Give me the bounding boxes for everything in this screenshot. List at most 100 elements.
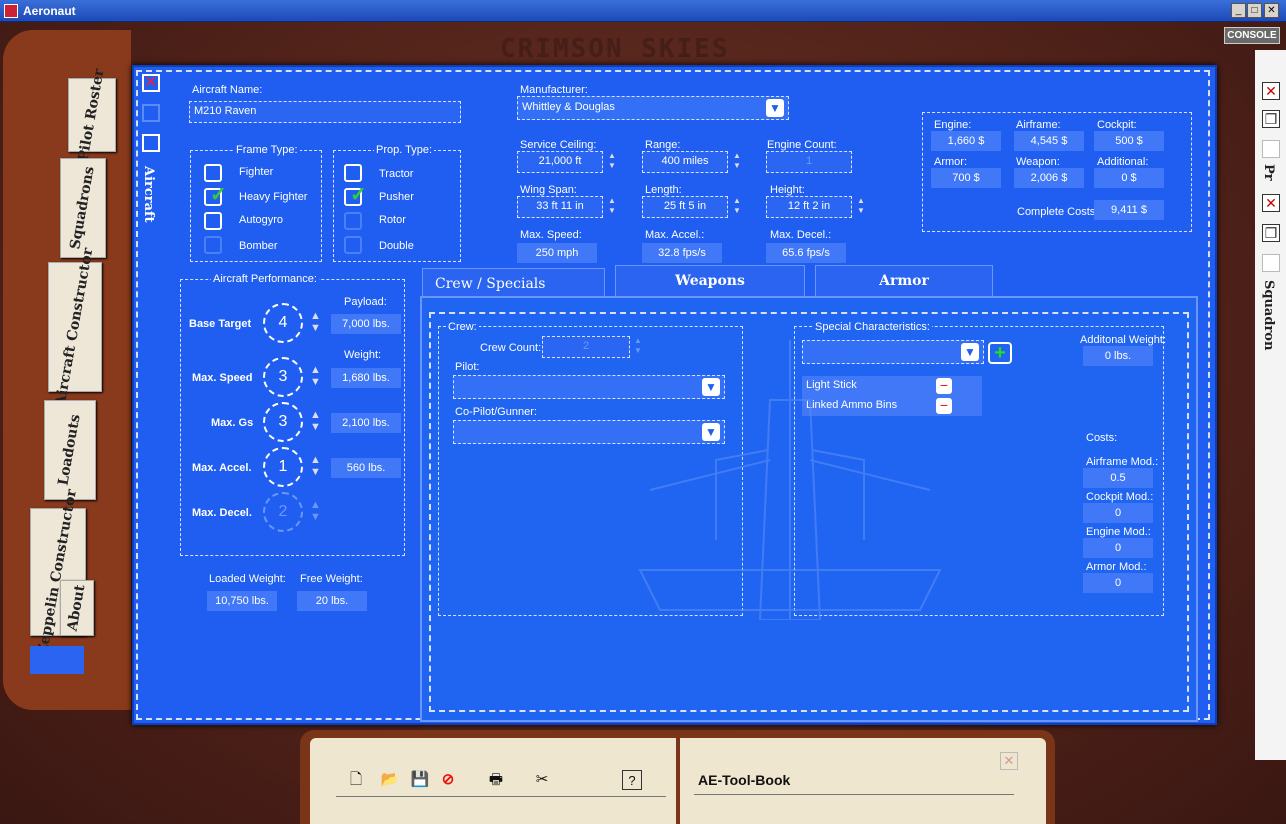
prop-pusher-checkbox[interactable]: ✓ — [344, 184, 367, 206]
new-file-icon[interactable]: 🗋 — [346, 770, 366, 790]
save-icon[interactable] — [1262, 254, 1280, 272]
service-ceiling-label: Service Ceiling: — [520, 139, 597, 151]
check-icon: ✓ — [350, 184, 367, 206]
frame-heavy-fighter-checkbox[interactable]: ✓ — [204, 184, 227, 206]
max-decel-perf-spinner[interactable]: ▲ ▼ — [310, 499, 321, 523]
maximize-button[interactable]: □ — [1247, 3, 1262, 18]
wing-span-spinner[interactable]: ▲ ▼ — [607, 196, 617, 218]
max-accel-value: 32.8 fps/s — [642, 243, 722, 263]
max-gs-spinner[interactable]: ▲ ▼ — [310, 409, 321, 433]
max-decel-label: Max. Decel.: — [770, 229, 832, 241]
prop-type-label: Prop. Type: — [374, 144, 435, 156]
airframe-mod-value: 0.5 — [1083, 468, 1153, 488]
cockpit-mod-value: 0 — [1083, 503, 1153, 523]
weapon-cost-value: 2,006 $ — [1014, 168, 1084, 188]
length-label: Length: — [645, 184, 682, 196]
service-ceiling-spinner[interactable]: ▲ ▼ — [607, 151, 617, 173]
loaded-weight-value: 10,750 lbs. — [207, 591, 277, 611]
help-icon[interactable]: ? — [622, 770, 642, 790]
frame-bomber-checkbox[interactable] — [204, 236, 222, 254]
range-input[interactable]: 400 miles — [642, 151, 728, 173]
max-decel-perf-value: 2 — [263, 492, 303, 532]
max-speed-perf-spinner[interactable]: ▲ ▼ — [310, 364, 321, 388]
max-accel-perf-spinner[interactable]: ▲ ▼ — [310, 454, 321, 478]
close-icon[interactable]: ✕ — [1262, 194, 1280, 212]
aircraft-silhouette-drawing — [638, 340, 942, 620]
game-logo: CRIMSON SKIES — [500, 34, 730, 64]
tab-armor[interactable]: Armor — [815, 265, 993, 297]
length-input[interactable]: 25 ft 5 in — [642, 196, 728, 218]
prop-tractor-checkbox[interactable] — [344, 164, 362, 182]
max-speed-perf-value: 3 — [263, 357, 303, 397]
prop-rotor-checkbox[interactable] — [344, 212, 362, 230]
range-spinner[interactable]: ▲ ▼ — [732, 151, 742, 173]
complete-cost-label: Complete Costs: — [1017, 206, 1099, 218]
copy-icon[interactable] — [142, 104, 160, 122]
engine-count-input[interactable]: 1 — [766, 151, 852, 173]
save-disk-icon[interactable]: 💾 — [410, 770, 430, 790]
additional-cost-value: 0 $ — [1094, 168, 1164, 188]
armor-mod-value: 0 — [1083, 573, 1153, 593]
max-accel-perf-label: Max. Accel. — [192, 462, 252, 474]
prop-double-label: Double — [379, 240, 414, 252]
wing-span-input[interactable]: 33 ft 11 in — [517, 196, 603, 218]
minimize-button[interactable]: _ — [1231, 3, 1246, 18]
base-target-spinner[interactable]: ▲ ▼ — [310, 310, 321, 334]
frame-fighter-checkbox[interactable] — [204, 164, 222, 182]
accel-weight-value: 560 lbs. — [331, 458, 401, 478]
delete-icon[interactable]: ✕ — [142, 74, 160, 92]
frame-autogyro-checkbox[interactable] — [204, 212, 222, 230]
free-weight-label: Free Weight: — [300, 573, 363, 585]
save-icon[interactable] — [1262, 140, 1280, 158]
add-special-button[interactable]: + — [988, 342, 1012, 364]
base-target-value: 4 — [263, 303, 303, 343]
console-button[interactable]: CONSOLE — [1224, 27, 1280, 44]
gs-weight-value: 2,100 lbs. — [331, 413, 401, 433]
tab-aircraft-constructor[interactable]: Aircraft Constructor — [48, 247, 102, 407]
tab-squadrons[interactable]: Squadrons — [60, 158, 106, 258]
close-window-button[interactable]: ✕ — [1264, 3, 1279, 18]
complete-cost-value: 9,411 $ — [1094, 200, 1164, 220]
aircraft-side-label: Aircraft — [141, 166, 156, 223]
cockpit-cost-value: 500 $ — [1094, 131, 1164, 151]
loaded-weight-label: Loaded Weight: — [209, 573, 286, 585]
aircraft-name-input[interactable]: M210 Raven — [189, 101, 461, 123]
max-accel-perf-value: 1 — [263, 447, 303, 487]
tab-pilot-roster[interactable]: Pilot Roster — [68, 68, 116, 162]
tab-loadouts[interactable]: Loadouts — [44, 400, 96, 500]
crew-count-input[interactable]: 2 — [542, 336, 630, 358]
open-folder-icon[interactable]: 📂 — [380, 770, 400, 790]
copy-icon[interactable]: ❐ — [1262, 224, 1280, 242]
additional-weight-label: Additonal Weight: — [1080, 334, 1167, 346]
prop-double-checkbox[interactable] — [344, 236, 362, 254]
specials-label: Special Characteristics: — [813, 321, 932, 333]
save-icon[interactable] — [142, 134, 160, 152]
max-gs-value: 3 — [263, 402, 303, 442]
service-ceiling-input[interactable]: 21,000 ft — [517, 151, 603, 173]
frame-autogyro-label: Autogyro — [239, 214, 284, 226]
tools-icon[interactable]: ✂ — [532, 770, 552, 790]
toolbar-divider — [336, 796, 666, 797]
tab-about[interactable]: About — [60, 580, 94, 636]
copy-icon[interactable]: ❐ — [1262, 110, 1280, 128]
tab-weapons[interactable]: Weapons — [615, 265, 805, 297]
prop-rotor-label: Rotor — [379, 214, 406, 226]
payload-value: 7,000 lbs. — [331, 314, 401, 334]
toolbook-title: AE-Tool-Book — [698, 772, 791, 788]
manufacturer-dropdown[interactable]: Whittley & Douglas ▼ — [517, 96, 789, 120]
close-icon[interactable]: ✕ — [1000, 752, 1018, 770]
app-icon — [4, 4, 18, 18]
engine-cost-label: Engine: — [934, 119, 972, 131]
check-icon: ✓ — [210, 184, 227, 206]
mod-costs-label: Costs: — [1086, 432, 1118, 444]
height-spinner[interactable]: ▲ ▼ — [856, 196, 866, 218]
wing-span-label: Wing Span: — [520, 184, 577, 196]
close-icon[interactable]: ✕ — [1262, 82, 1280, 100]
prop-tractor-label: Tractor — [379, 168, 414, 180]
cancel-icon[interactable]: ⊘ — [438, 770, 458, 790]
additional-cost-label: Additional: — [1097, 156, 1149, 168]
print-icon[interactable]: 🖶 — [486, 770, 506, 790]
length-spinner[interactable]: ▲ ▼ — [732, 196, 742, 218]
height-input[interactable]: 12 ft 2 in — [766, 196, 852, 218]
toolbook-title-underline — [694, 794, 1014, 795]
